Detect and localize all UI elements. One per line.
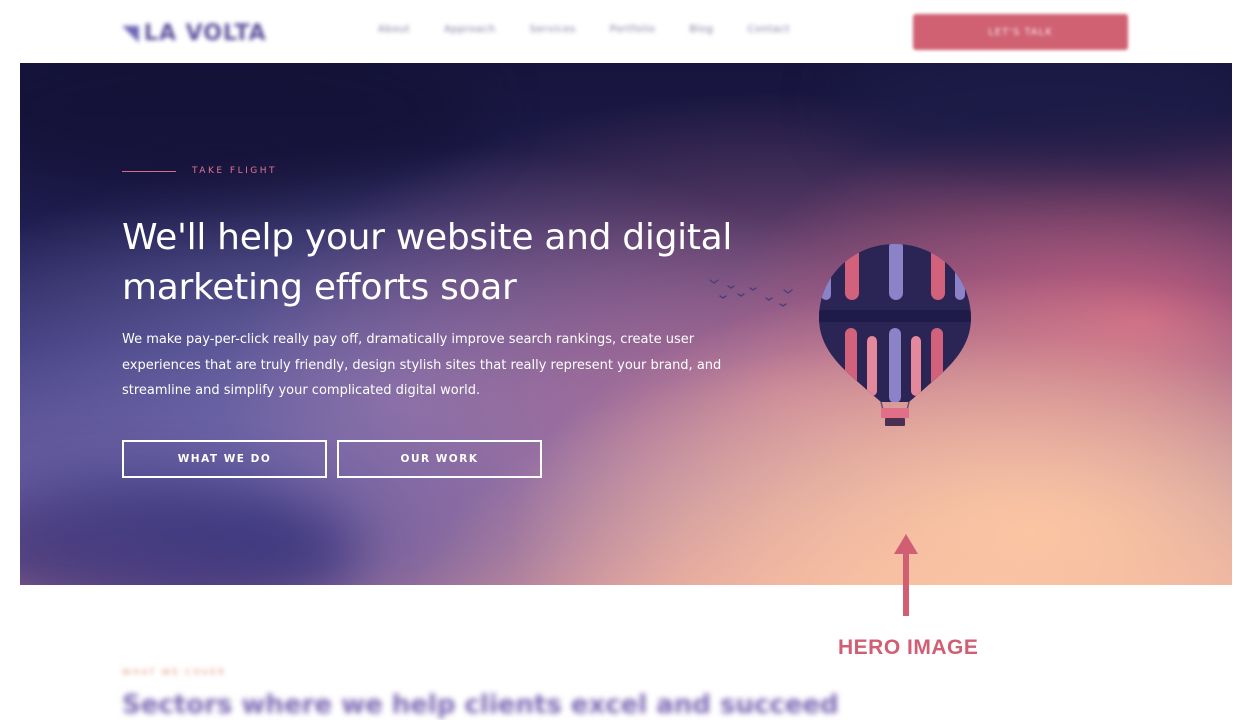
logo-mark-icon: ◥ (122, 20, 140, 46)
section-heading: Sectors where we help clients excel and … (122, 690, 839, 720)
hero-body-text: We make pay-per-click really pay off, dr… (122, 332, 722, 398)
section-eyebrow: WHAT WE COVER (122, 668, 227, 678)
arrow-up-icon (894, 534, 918, 616)
contact-cta-label: LET'S TALK (988, 26, 1053, 38)
nav-link-blog[interactable]: Blog (689, 24, 713, 35)
nav-link-about[interactable]: About (378, 24, 410, 35)
top-navigation: ◥ LA VOLTA About Approach Services Portf… (0, 0, 1248, 62)
hero-eyebrow: TAKE FLIGHT (192, 166, 277, 176)
nav-links: About Approach Services Portfolio Blog C… (378, 24, 790, 35)
birds-illustration (709, 279, 793, 307)
our-work-button[interactable]: OUR WORK (337, 440, 542, 478)
hero-eyebrow-row: TAKE FLIGHT (122, 166, 277, 176)
hero-section: TAKE FLIGHT We'll help your website and … (20, 63, 1232, 585)
nav-link-services[interactable]: Services (530, 24, 576, 35)
hero-headline: We'll help your website and digital mark… (122, 217, 733, 308)
hero-image-annotation: HERO IMAGE (838, 636, 979, 659)
hero-cloud-shadow (840, 63, 1232, 173)
hero-cloud-shadow (20, 483, 360, 585)
eyebrow-divider (122, 170, 176, 172)
contact-cta-button[interactable]: LET'S TALK (913, 14, 1128, 50)
what-we-do-button[interactable]: WHAT WE DO (122, 440, 327, 478)
balloon-illustration (819, 244, 971, 426)
logo-text: LA VOLTA (143, 20, 267, 46)
nav-link-contact[interactable]: Contact (748, 24, 790, 35)
site-logo[interactable]: ◥ LA VOLTA (122, 18, 267, 48)
nav-link-portfolio[interactable]: Portfolio (610, 24, 656, 35)
nav-link-approach[interactable]: Approach (444, 24, 496, 35)
